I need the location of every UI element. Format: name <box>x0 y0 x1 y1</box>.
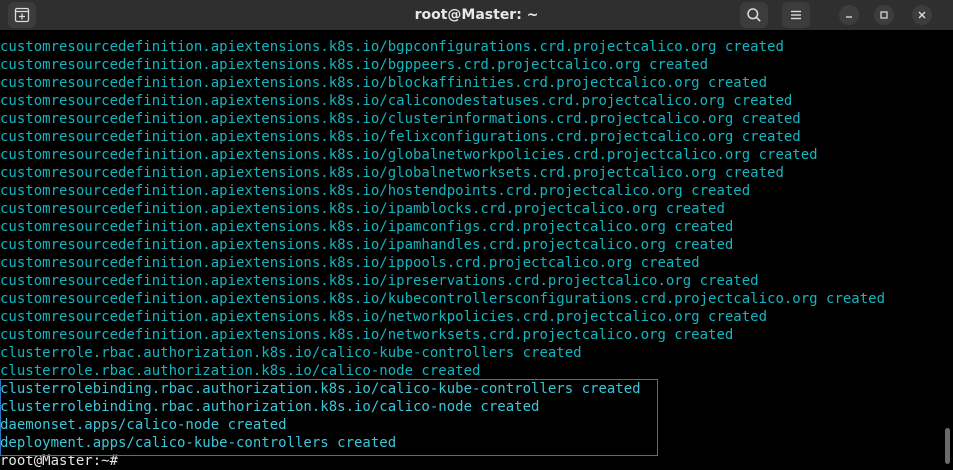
window-title: root@Master: ~ <box>414 7 539 23</box>
window-titlebar: root@Master: ~ <box>0 0 953 30</box>
terminal-line: customresourcedefinition.apiextensions.k… <box>0 165 784 181</box>
terminal-line: clusterrole.rbac.authorization.k8s.io/ca… <box>0 345 582 361</box>
terminal-line: customresourcedefinition.apiextensions.k… <box>0 255 700 271</box>
maximize-icon <box>880 11 888 19</box>
minimize-icon <box>846 16 852 18</box>
terminal-line: customresourcedefinition.apiextensions.k… <box>0 309 768 325</box>
highlight-box <box>0 379 658 456</box>
terminal-line: customresourcedefinition.apiextensions.k… <box>0 219 734 235</box>
maximize-button[interactable] <box>874 5 894 25</box>
terminal-line: customresourcedefinition.apiextensions.k… <box>0 57 709 73</box>
menu-button[interactable] <box>782 2 810 28</box>
minimize-button[interactable] <box>839 5 859 25</box>
terminal-line: customresourcedefinition.apiextensions.k… <box>0 201 725 217</box>
terminal-line: customresourcedefinition.apiextensions.k… <box>0 183 751 199</box>
terminal-scrollbar[interactable] <box>940 38 953 468</box>
terminal-line: clusterrole.rbac.authorization.k8s.io/ca… <box>0 363 481 379</box>
terminal-line: customresourcedefinition.apiextensions.k… <box>0 291 886 307</box>
terminal-line: customresourcedefinition.apiextensions.k… <box>0 147 818 163</box>
close-icon <box>918 11 926 19</box>
new-tab-icon <box>14 7 30 23</box>
close-button[interactable] <box>912 5 932 25</box>
search-button[interactable] <box>740 2 768 28</box>
terminal-line: customresourcedefinition.apiextensions.k… <box>0 39 784 55</box>
terminal-line: customresourcedefinition.apiextensions.k… <box>0 237 734 253</box>
new-tab-button[interactable] <box>8 2 36 28</box>
terminal-line: customresourcedefinition.apiextensions.k… <box>0 273 759 289</box>
terminal-line: customresourcedefinition.apiextensions.k… <box>0 93 793 109</box>
search-icon <box>747 8 761 22</box>
terminal-line: customresourcedefinition.apiextensions.k… <box>0 129 801 145</box>
hamburger-menu-icon <box>791 10 801 20</box>
terminal-line: customresourcedefinition.apiextensions.k… <box>0 327 734 343</box>
terminal-line: customresourcedefinition.apiextensions.k… <box>0 111 801 127</box>
terminal-line: customresourcedefinition.apiextensions.k… <box>0 75 768 91</box>
scrollbar-thumb[interactable] <box>945 428 950 464</box>
